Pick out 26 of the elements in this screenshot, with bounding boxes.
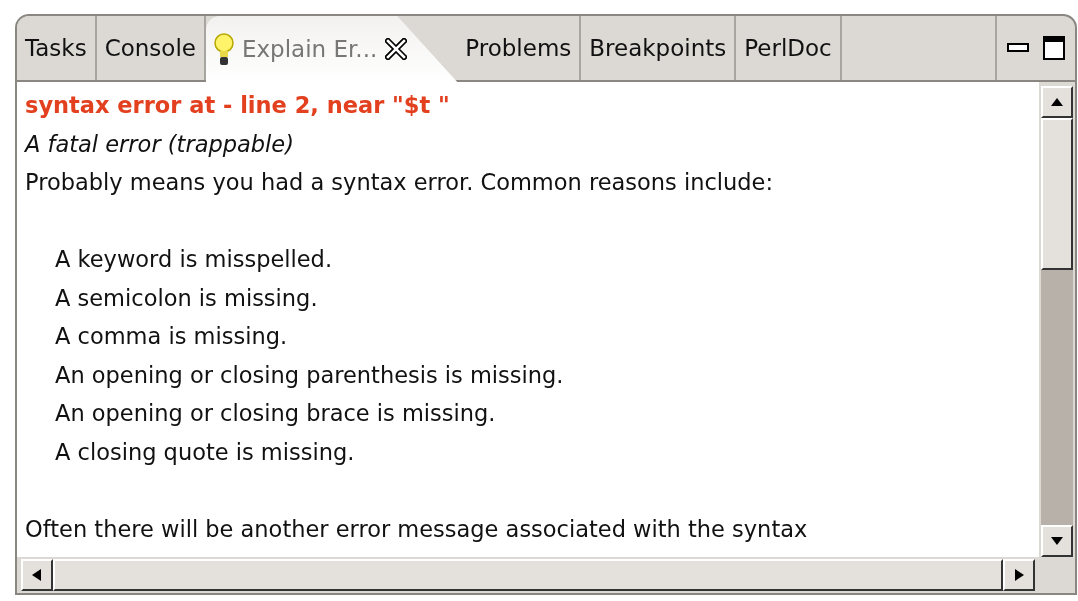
description-text: Probably means you had a syntax error. Common reasons include: xyxy=(25,168,775,197)
scroll-right-button[interactable] xyxy=(1003,559,1035,591)
reason-item: An opening or closing brace is missing. xyxy=(55,399,497,428)
up-arrow-icon xyxy=(1050,96,1064,108)
maximize-icon[interactable] xyxy=(1043,36,1065,60)
description-text: Often there will be another error message associated with the syntax xyxy=(25,514,809,544)
close-icon[interactable] xyxy=(385,38,408,60)
reason-item: A closing quote is missing. xyxy=(55,437,356,467)
scroll-left-button[interactable] xyxy=(21,559,53,591)
reason-item: A comma is missing. xyxy=(55,322,289,351)
scroll-up-button[interactable] xyxy=(1041,86,1073,118)
error-category: A fatal error (trappable) xyxy=(25,129,295,159)
error-title: syntax error at - line 2, near "$t " xyxy=(25,91,451,120)
tab[interactable]: Tasks xyxy=(17,16,97,80)
lightbulb-icon xyxy=(213,32,234,66)
down-arrow-icon xyxy=(1050,535,1064,547)
right-arrow-icon xyxy=(1012,569,1026,581)
scrollbar-thumb[interactable] xyxy=(1041,118,1073,270)
reason-item: A semicolon is missing. xyxy=(55,283,319,313)
left-arrow-icon xyxy=(30,569,44,581)
scrollbar-thumb[interactable] xyxy=(53,559,1003,591)
reason-item: An opening or closing parenthesis is missing. xyxy=(55,360,565,390)
reason-item: A keyword is misspelled. xyxy=(55,245,334,274)
minimize-icon[interactable] xyxy=(1007,43,1029,53)
tab[interactable]: Explain Er... xyxy=(205,16,458,82)
scroll-down-button[interactable] xyxy=(1041,525,1073,557)
